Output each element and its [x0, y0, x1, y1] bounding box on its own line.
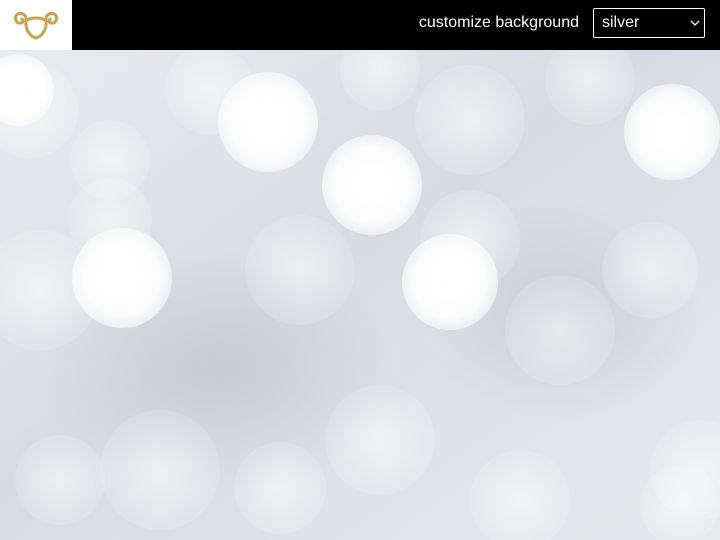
chevron-down-icon	[686, 8, 704, 38]
background-select[interactable]: silver	[593, 8, 705, 38]
page: customize background silver	[0, 0, 720, 540]
logo[interactable]	[0, 0, 72, 50]
silver-bokeh-background	[0, 30, 720, 540]
background-select-value: silver	[602, 14, 640, 31]
top-bar: customize background silver	[0, 0, 720, 50]
ram-horns-logo-icon	[13, 8, 59, 42]
customize-background-label: customize background	[418, 14, 579, 31]
